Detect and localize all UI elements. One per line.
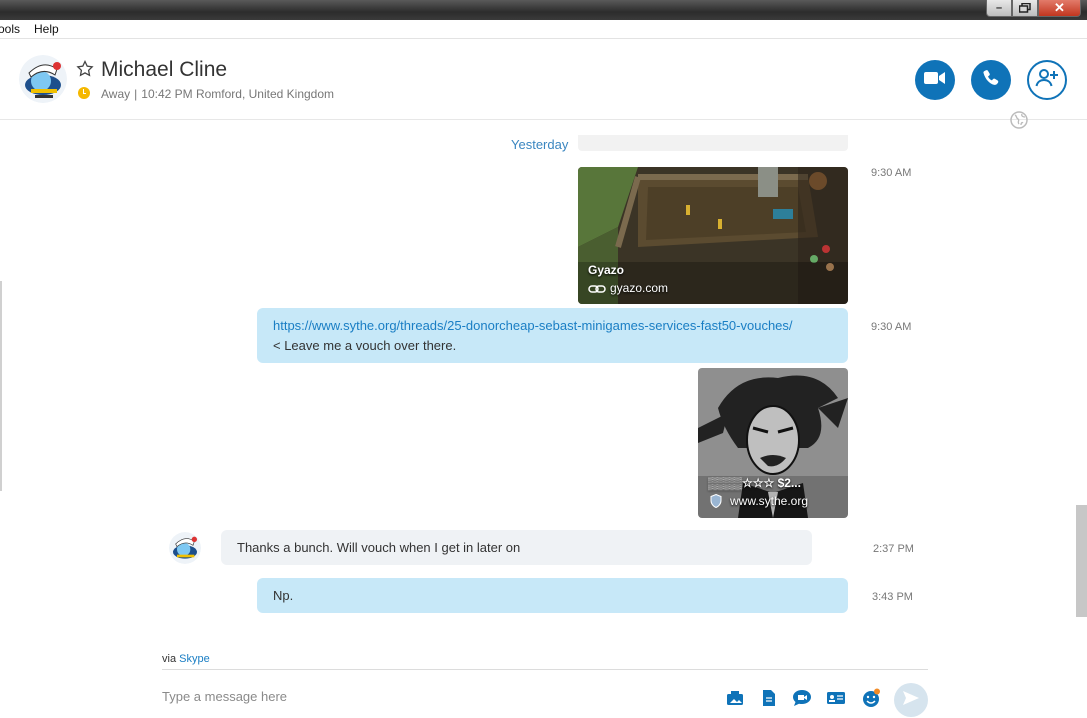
message-text: Thanks a bunch. Will vouch when I get in… (237, 540, 521, 555)
video-camera-icon (924, 71, 946, 90)
via-label: via (162, 653, 177, 665)
status-separator: | (134, 87, 138, 101)
left-pane-edge (0, 281, 2, 491)
video-message-icon[interactable] (792, 688, 812, 708)
contact-local-time: 10:42 PM Romford, United Kingdom (141, 87, 335, 101)
file-icon[interactable] (759, 688, 779, 708)
image-icon[interactable] (725, 688, 745, 708)
window-controls: – ✕ (986, 0, 1081, 17)
restore-icon[interactable] (1012, 0, 1038, 17)
away-status-icon (78, 87, 90, 99)
menu-bar: ools Help (0, 20, 1087, 39)
outgoing-message-bubble[interactable]: https://www.sythe.org/threads/25-donorch… (257, 308, 848, 363)
send-button[interactable] (894, 683, 928, 717)
phone-icon (982, 69, 1000, 92)
conversation-area[interactable]: Yesterday Gyazo gyazo.com 9:30 AM https:… (0, 121, 1087, 665)
send-icon (902, 689, 920, 712)
contact-name: Michael Cline (101, 58, 228, 81)
menu-item-help[interactable]: Help (27, 22, 66, 36)
skype-window: – ✕ ools Help Michael Cline Away | 10:42… (0, 0, 1087, 718)
close-icon[interactable]: ✕ (1038, 0, 1081, 17)
conversation-header: Michael Cline Away | 10:42 PM Romford, Uni… (0, 40, 1087, 129)
add-people-button[interactable] (1027, 60, 1067, 100)
minimize-icon[interactable]: – (986, 0, 1012, 17)
shield-icon (710, 493, 722, 513)
link-icon (588, 282, 606, 300)
conversation-scrollbar[interactable] (1076, 505, 1087, 617)
outgoing-message-bubble[interactable]: Np. (257, 578, 848, 613)
sythe-link-preview[interactable]: ▒▒▒▒☆☆☆ $2... www.sythe.org (698, 368, 848, 518)
via-service-note: via Skype (162, 653, 210, 665)
gyazo-link-preview[interactable]: Gyazo gyazo.com (578, 167, 848, 304)
sythe-preview-title: ▒▒▒▒☆☆☆ $2... (708, 476, 801, 490)
message-input[interactable]: Type a message here (162, 689, 287, 704)
emoticon-icon[interactable] (861, 688, 881, 708)
via-service-link[interactable]: Skype (179, 653, 210, 665)
menu-item-tools[interactable]: ools (0, 22, 27, 36)
message-time: 2:37 PM (873, 543, 914, 555)
contact-card-icon[interactable] (826, 688, 846, 708)
gyazo-preview-title: Gyazo (588, 263, 625, 277)
add-person-icon (1035, 68, 1059, 93)
favorite-star-icon[interactable] (76, 59, 94, 78)
previous-message-card (578, 135, 848, 151)
video-call-button[interactable] (915, 60, 955, 100)
message-time: 9:30 AM (871, 167, 912, 179)
message-time: 3:43 PM (872, 591, 913, 603)
message-text: < Leave me a vouch over there. (273, 338, 457, 353)
message-text: Np. (273, 588, 294, 603)
sythe-preview-site: www.sythe.org (730, 494, 809, 508)
message-link[interactable]: https://www.sythe.org/threads/25-donorch… (273, 318, 793, 333)
date-divider: Yesterday (511, 137, 569, 152)
message-time: 9:30 AM (871, 321, 912, 333)
sender-avatar[interactable] (169, 532, 201, 564)
contact-status: Away (101, 87, 131, 101)
window-titlebar: – ✕ (0, 0, 1087, 20)
contact-status-line: Away | 10:42 PM Romford, United Kingdom (101, 87, 334, 101)
audio-call-button[interactable] (971, 60, 1011, 100)
incoming-message-bubble[interactable]: Thanks a bunch. Will vouch when I get in… (221, 530, 812, 565)
contact-avatar[interactable] (19, 55, 67, 103)
gyazo-preview-site: gyazo.com (610, 281, 669, 295)
compose-divider (162, 669, 928, 670)
